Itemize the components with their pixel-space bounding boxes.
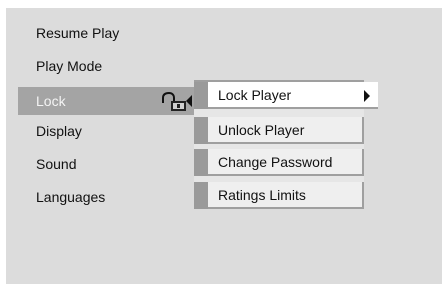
submenu-item-unlock-player[interactable]: Unlock Player: [208, 117, 364, 144]
submenu-item-ratings-limits[interactable]: Ratings Limits: [208, 182, 364, 209]
arrow-left-icon: [186, 95, 192, 107]
submenu-item-label: Change Password: [218, 154, 333, 170]
menu-item-label: Languages: [36, 189, 106, 205]
submenu-item-lock-player[interactable]: Lock Player: [208, 82, 378, 109]
menu-item-display[interactable]: Display: [36, 123, 82, 139]
submenu-item-label: Unlock Player: [218, 122, 305, 138]
submenu-bar: [194, 182, 208, 209]
submenu-item-label: Lock Player: [218, 87, 292, 103]
menu-item-label: Play Mode: [36, 58, 103, 74]
menu-item-label: Resume Play: [36, 25, 120, 41]
menu-item-sound[interactable]: Sound: [36, 156, 76, 172]
menu-item-languages[interactable]: Languages: [36, 189, 105, 205]
menu-item-label: Lock: [36, 93, 66, 109]
submenu-bar: [194, 117, 208, 144]
menu-item-lock[interactable]: Lock: [18, 87, 200, 115]
submenu-item-label: Ratings Limits: [218, 187, 306, 203]
submenu-bar: [194, 149, 208, 176]
submenu-bar: [194, 82, 208, 109]
menu-item-label: Display: [36, 123, 82, 139]
dvd-menu-screen: Resume Play Play Mode Lock Display Sound…: [6, 8, 442, 284]
menu-item-resume-play[interactable]: Resume Play: [36, 25, 119, 41]
submenu-item-change-password[interactable]: Change Password: [208, 149, 364, 176]
menu-item-label: Sound: [36, 156, 77, 172]
arrow-right-icon: [364, 90, 370, 102]
menu-item-play-mode[interactable]: Play Mode: [36, 58, 102, 74]
